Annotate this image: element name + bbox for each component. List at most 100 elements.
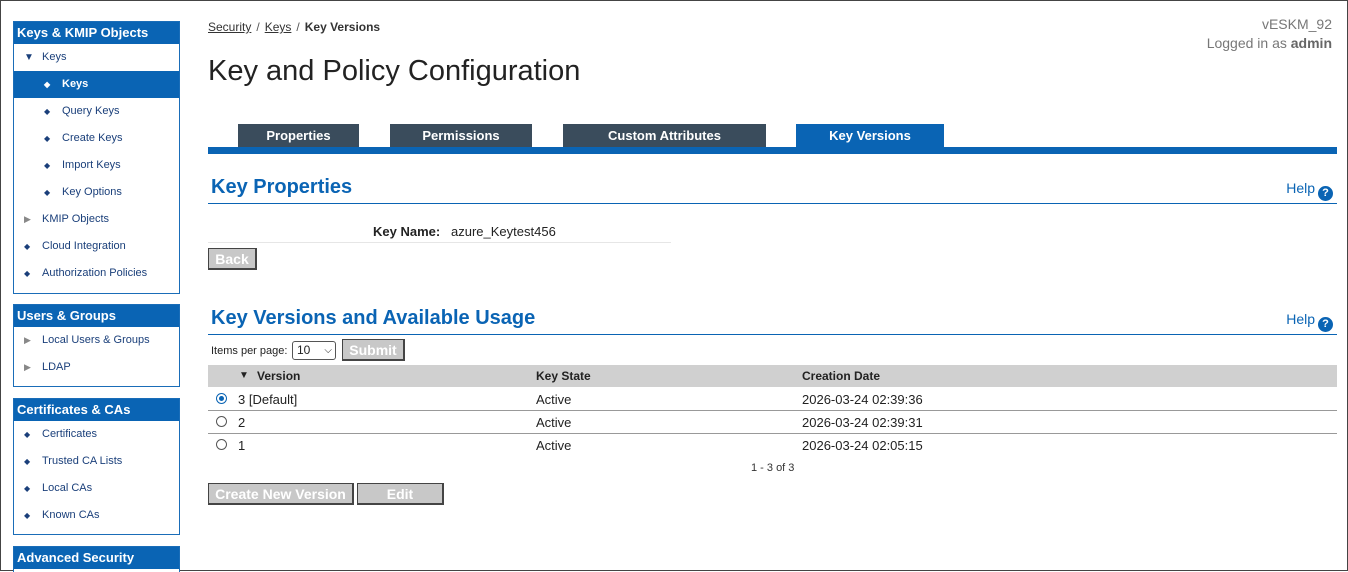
bullet-icon: ◆ — [44, 161, 51, 170]
sidebar-item-local-cas[interactable]: ◆ Local CAs — [14, 475, 179, 502]
sidebar-item-label: Local CAs — [42, 482, 93, 494]
table-row: 1 Active 2026-03-24 02:05:15 — [208, 434, 1337, 456]
help-link[interactable]: Help? — [1286, 311, 1333, 332]
sidebar-item-trusted-ca-lists[interactable]: ◆ Trusted CA Lists — [14, 448, 179, 475]
sidebar-item-label: Keys — [42, 51, 67, 63]
creation-date-cell: 2026-03-24 02:05:15 — [802, 438, 923, 453]
section-divider — [208, 203, 1337, 204]
key-name-label: Key Name: — [373, 224, 441, 239]
bullet-icon: ◆ — [24, 269, 31, 278]
key-name-value: azure_Keytest456 — [451, 224, 556, 239]
page-title: Key and Policy Configuration — [208, 55, 581, 87]
breadcrumb-current: Key Versions — [304, 20, 381, 34]
breadcrumb: Security / Keys / Key Versions — [208, 20, 380, 34]
version-radio[interactable] — [216, 439, 227, 450]
help-icon: ? — [1318, 186, 1333, 201]
sidebar-section-title: Advanced Security — [14, 547, 179, 569]
edit-usage-button[interactable]: Edit Usage — [357, 483, 444, 522]
breadcrumb-separator: / — [256, 20, 260, 34]
sidebar-item-label: Known CAs — [42, 509, 100, 521]
chevron-down-icon: ⌵ — [324, 345, 332, 356]
column-header-version[interactable]: Version — [257, 369, 300, 383]
tab-custom-attributes[interactable]: Custom Attributes — [563, 124, 766, 148]
sidebar-section-advanced-security: Advanced Security — [13, 546, 180, 572]
version-radio[interactable] — [216, 393, 227, 404]
sidebar-item-cloud-integration[interactable]: ◆ Cloud Integration — [14, 233, 179, 260]
sidebar-item-label: Cloud Integration — [42, 240, 126, 252]
sidebar-section-keys-kmip: Keys & KMIP Objects ▼ Keys ◆ Keys ◆ Quer… — [13, 21, 180, 294]
breadcrumb-separator: / — [296, 20, 300, 34]
key-state-cell: Active — [536, 438, 572, 453]
caret-right-icon: ▶ — [24, 362, 31, 372]
key-state-cell: Active — [536, 415, 572, 430]
items-per-page-label: Items per page: — [211, 345, 288, 357]
sidebar-item-label: KMIP Objects — [42, 213, 110, 225]
column-header-creation-date[interactable]: Creation Date — [802, 369, 880, 383]
bullet-icon: ◆ — [44, 134, 51, 143]
sidebar-item-known-cas[interactable]: ◆ Known CAs — [14, 502, 179, 529]
pagination-summary: 1 - 3 of 3 — [751, 462, 795, 474]
sidebar-item-ldap[interactable]: ▶ LDAP — [14, 354, 179, 381]
tab-permissions[interactable]: Permissions — [390, 124, 532, 148]
table-row: 3 [Default] Active 2026-03-24 02:39:36 — [208, 388, 1337, 411]
sidebar-item-import-keys[interactable]: ◆ Import Keys — [14, 152, 179, 179]
help-label: Help — [1286, 311, 1315, 327]
version-radio[interactable] — [216, 416, 227, 427]
create-new-version-button[interactable]: Create New Version — [208, 483, 354, 505]
creation-date-cell: 2026-03-24 02:39:36 — [802, 392, 923, 407]
sidebar-item-keys-group[interactable]: ▼ Keys — [14, 44, 179, 71]
items-per-page-select[interactable]: 10 ⌵ — [292, 341, 336, 360]
help-icon: ? — [1318, 317, 1333, 332]
bullet-icon: ◆ — [24, 484, 31, 493]
version-cell: 2 — [238, 415, 246, 430]
tab-key-versions[interactable]: Key Versions — [796, 124, 944, 148]
help-link[interactable]: Help? — [1286, 180, 1333, 201]
version-cell: 3 [Default] — [238, 392, 298, 407]
sidebar-section-certificates-cas: Certificates & CAs ◆ Certificates ◆ Trus… — [13, 398, 180, 535]
key-properties-title: Key Properties — [211, 176, 353, 198]
bullet-icon: ◆ — [44, 107, 51, 116]
key-name-row: Key Name: azure_Keytest456 — [208, 221, 671, 243]
creation-date-cell: 2026-03-24 02:39:31 — [802, 415, 923, 430]
bullet-icon: ◆ — [44, 80, 51, 89]
sidebar-item-label: Keys — [62, 78, 89, 90]
section-divider — [208, 334, 1337, 335]
key-versions-title: Key Versions and Available Usage — [211, 307, 536, 329]
sidebar-section-title: Certificates & CAs — [14, 399, 179, 421]
sidebar-item-keys[interactable]: ◆ Keys — [14, 71, 179, 98]
sidebar-item-label: Import Keys — [62, 159, 121, 171]
sidebar-item-certificates[interactable]: ◆ Certificates — [14, 421, 179, 448]
table-row: 2 Active 2026-03-24 02:39:31 — [208, 411, 1337, 434]
sort-desc-icon: ▼ — [239, 370, 249, 381]
sidebar-section-title: Users & Groups — [14, 305, 179, 327]
sidebar-item-create-keys[interactable]: ◆ Create Keys — [14, 125, 179, 152]
sidebar-item-key-options[interactable]: ◆ Key Options — [14, 179, 179, 206]
column-header-key-state[interactable]: Key State — [536, 369, 591, 383]
back-button[interactable]: Back — [208, 248, 257, 270]
breadcrumb-link-security[interactable]: Security — [208, 20, 251, 34]
sidebar-item-label: LDAP — [42, 361, 71, 373]
items-per-page-value: 10 — [297, 343, 311, 357]
sidebar-item-query-keys[interactable]: ◆ Query Keys — [14, 98, 179, 125]
tab-properties[interactable]: Properties — [238, 124, 359, 148]
submit-button[interactable]: Submit — [342, 339, 405, 361]
key-state-cell: Active — [536, 392, 572, 407]
tab-bar — [208, 147, 1337, 154]
sidebar-section-title: Keys & KMIP Objects — [14, 22, 179, 44]
host-name: vESKM_92 — [1261, 16, 1332, 32]
breadcrumb-link-keys[interactable]: Keys — [265, 20, 292, 34]
sidebar-item-label: Local Users & Groups — [42, 334, 150, 346]
sidebar-item-label: Authorization Policies — [42, 267, 148, 279]
sidebar-item-label: Key Options — [62, 186, 122, 198]
version-cell: 1 — [238, 438, 246, 453]
caret-right-icon: ▶ — [24, 214, 31, 224]
sidebar-section-users-groups: Users & Groups ▶ Local Users & Groups ▶ … — [13, 304, 180, 387]
sidebar-item-label: Certificates — [42, 428, 98, 440]
bullet-icon: ◆ — [24, 430, 31, 439]
caret-right-icon: ▶ — [24, 335, 31, 345]
sidebar-item-local-users-groups[interactable]: ▶ Local Users & Groups — [14, 327, 179, 354]
versions-table-header: ▼ Version Key State Creation Date — [208, 365, 1337, 387]
sidebar-item-authorization-policies[interactable]: ◆ Authorization Policies — [14, 260, 179, 287]
sidebar-item-kmip-objects[interactable]: ▶ KMIP Objects — [14, 206, 179, 233]
bullet-icon: ◆ — [24, 511, 31, 520]
